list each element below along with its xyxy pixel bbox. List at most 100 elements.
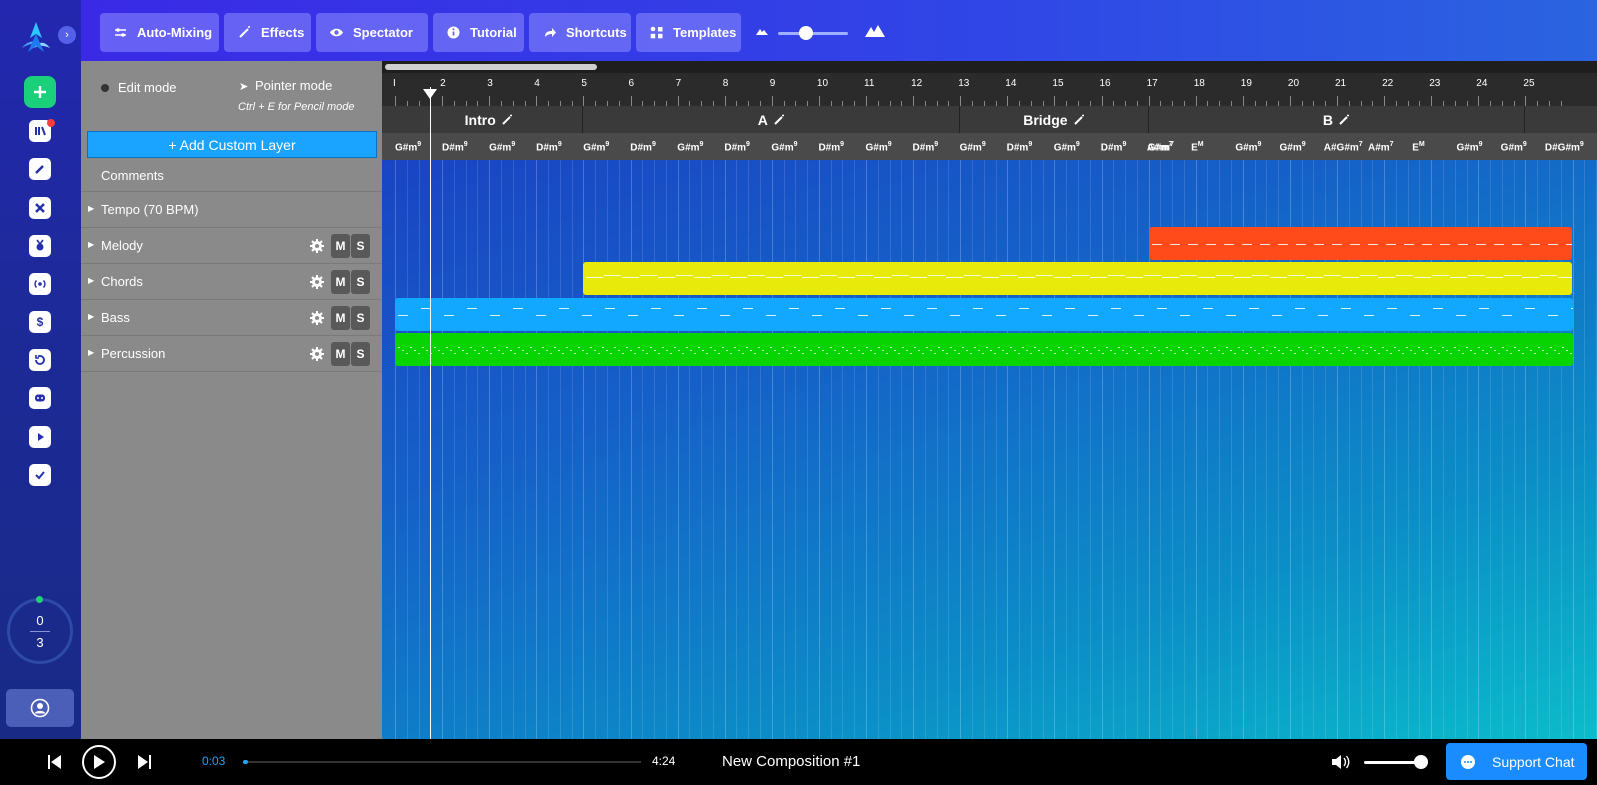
bar-ruler[interactable]: I 2 3 4 5 6 7 8 9 10 11 12 13 14 15 16 17 18 19 20 21 22 23 24 2…	[382, 73, 1597, 106]
effects-button[interactable]: Effects	[224, 13, 311, 52]
expand-caret-icon[interactable]: ▶	[88, 348, 94, 357]
zoom-slider-handle[interactable]	[799, 26, 813, 40]
progress-bar[interactable]	[243, 760, 641, 764]
chord-label[interactable]: D#m9	[913, 141, 939, 153]
section-block[interactable]: A	[583, 106, 961, 133]
download-button[interactable]	[29, 464, 51, 486]
chord-label[interactable]: G#m9	[583, 141, 609, 153]
add-custom-layer-button[interactable]: + Add Custom Layer	[87, 131, 377, 158]
clip-bass[interactable]	[395, 298, 1573, 331]
playhead-handle[interactable]	[423, 89, 438, 99]
gear-icon[interactable]	[309, 310, 325, 326]
chord-label[interactable]: D#m9	[1007, 141, 1033, 153]
expand-caret-icon[interactable]: ▶	[88, 240, 94, 249]
discord-button[interactable]	[29, 387, 51, 409]
mute-button[interactable]: M	[331, 342, 350, 366]
history-button[interactable]	[29, 349, 51, 371]
mute-button[interactable]: M	[331, 306, 350, 330]
chord-label[interactable]: D#m9	[724, 141, 750, 153]
section-track[interactable]: Intro A Bridge B	[382, 106, 1597, 133]
add-button[interactable]	[24, 76, 56, 108]
section-block[interactable]: B	[1149, 106, 1526, 133]
chord-label[interactable]: G#m9	[1501, 141, 1527, 153]
arrangement-timeline[interactable]: I 2 3 4 5 6 7 8 9 10 11 12 13 14 15 16 17 18 19 20 21 22 23 24 2…	[382, 61, 1597, 739]
solo-button[interactable]: S	[351, 270, 370, 294]
pencil-button[interactable]	[29, 158, 51, 180]
chord-track[interactable]: G#m9 D#m9 G#m9 D#m9 G#m9 D#m9 G#m9 D#m9 G#m9 D#m9…	[382, 133, 1597, 160]
templates-button[interactable]: Templates	[636, 13, 741, 52]
chord-label[interactable]: A#m7	[1147, 141, 1173, 153]
zoom-slider[interactable]	[778, 32, 848, 35]
section-edit-icon[interactable]	[774, 114, 785, 125]
chord-label[interactable]: G#m9	[1054, 141, 1080, 153]
clip-percussion[interactable]	[395, 333, 1573, 366]
chord-label[interactable]: A#G#m7	[1324, 141, 1363, 153]
chord-label[interactable]: D#m9	[1101, 141, 1127, 153]
chord-label[interactable]: G#m9	[489, 141, 515, 153]
chord-label[interactable]: G#m9	[771, 141, 797, 153]
auto-mixing-button[interactable]: Auto-Mixing	[100, 13, 219, 52]
section-block[interactable]: Bridge	[960, 106, 1149, 133]
gear-icon[interactable]	[309, 346, 325, 362]
edit-mode-label[interactable]: Edit mode	[118, 80, 177, 95]
skip-back-icon[interactable]	[48, 754, 62, 770]
zoom-out-icon[interactable]	[756, 27, 768, 35]
expand-caret-icon[interactable]: ▶	[88, 312, 94, 321]
layer-row-chords[interactable]: ▶ Chords M S	[81, 264, 382, 300]
volume-icon[interactable]	[1331, 753, 1351, 771]
chord-label[interactable]: EM	[1412, 141, 1425, 153]
skip-forward-icon[interactable]	[137, 754, 151, 770]
composition-title[interactable]: New Composition #1	[722, 753, 860, 770]
chord-label[interactable]: G#m9	[1456, 141, 1482, 153]
chord-label[interactable]: G#m9	[1280, 141, 1306, 153]
pointer-mode-label[interactable]: Pointer mode	[255, 78, 332, 93]
comments-row[interactable]: Comments	[81, 161, 382, 192]
section-edit-icon[interactable]	[1073, 114, 1085, 125]
chord-label[interactable]: D#G#m9	[1545, 141, 1584, 153]
app-logo-icon[interactable]	[16, 18, 56, 58]
layer-row-percussion[interactable]: ▶ Percussion M S	[81, 336, 382, 372]
player-button[interactable]	[29, 426, 51, 448]
chord-label[interactable]: G#m9	[1235, 141, 1261, 153]
chord-label[interactable]: D#m9	[536, 141, 562, 153]
solo-button[interactable]: S	[351, 306, 370, 330]
chord-label[interactable]: D#m9	[630, 141, 656, 153]
volume-slider-handle[interactable]	[1413, 755, 1428, 769]
section-block[interactable]: Intro	[395, 106, 584, 133]
clip-chords[interactable]	[583, 262, 1573, 295]
edit-mode-radio[interactable]	[101, 84, 109, 92]
shortcuts-button[interactable]: Shortcuts	[529, 13, 631, 52]
chord-label[interactable]: EM	[1191, 141, 1204, 153]
expand-rail-button[interactable]: ›	[58, 26, 76, 44]
solo-button[interactable]: S	[351, 234, 370, 258]
mute-button[interactable]: M	[331, 234, 350, 258]
tools-button[interactable]	[29, 197, 51, 219]
tutorial-button[interactable]: Tutorial	[433, 13, 524, 52]
layer-row-melody[interactable]: ▶ Melody M S	[81, 228, 382, 264]
chord-label[interactable]: G#m9	[866, 141, 892, 153]
solo-button[interactable]: S	[351, 342, 370, 366]
section-edit-icon[interactable]	[502, 114, 513, 125]
user-account-button[interactable]	[6, 689, 74, 727]
gear-icon[interactable]	[309, 274, 325, 290]
section-edit-icon[interactable]	[1339, 114, 1350, 125]
chord-label[interactable]: G#m9	[395, 141, 421, 153]
horizontal-scrollbar[interactable]	[382, 61, 1597, 73]
achievements-button[interactable]	[29, 235, 51, 257]
chord-label[interactable]: G#m9	[677, 141, 703, 153]
pricing-button[interactable]: $	[29, 311, 51, 333]
chord-label[interactable]: D#m9	[818, 141, 844, 153]
broadcast-button[interactable]	[29, 273, 51, 295]
chord-label[interactable]: G#m9	[960, 141, 986, 153]
support-chat-button[interactable]: Support Chat	[1446, 743, 1587, 780]
clip-melody[interactable]	[1148, 227, 1573, 260]
mute-button[interactable]: M	[331, 270, 350, 294]
chord-label[interactable]: D#m9	[442, 141, 468, 153]
expand-caret-icon[interactable]: ▶	[88, 276, 94, 285]
gear-icon[interactable]	[309, 238, 325, 254]
scrollbar-thumb[interactable]	[385, 64, 597, 70]
zoom-in-icon[interactable]	[865, 24, 885, 37]
tempo-row[interactable]: ▶ Tempo (70 BPM)	[81, 192, 382, 228]
spectator-button[interactable]: Spectator	[316, 13, 428, 52]
expand-caret-icon[interactable]: ▶	[88, 204, 94, 213]
